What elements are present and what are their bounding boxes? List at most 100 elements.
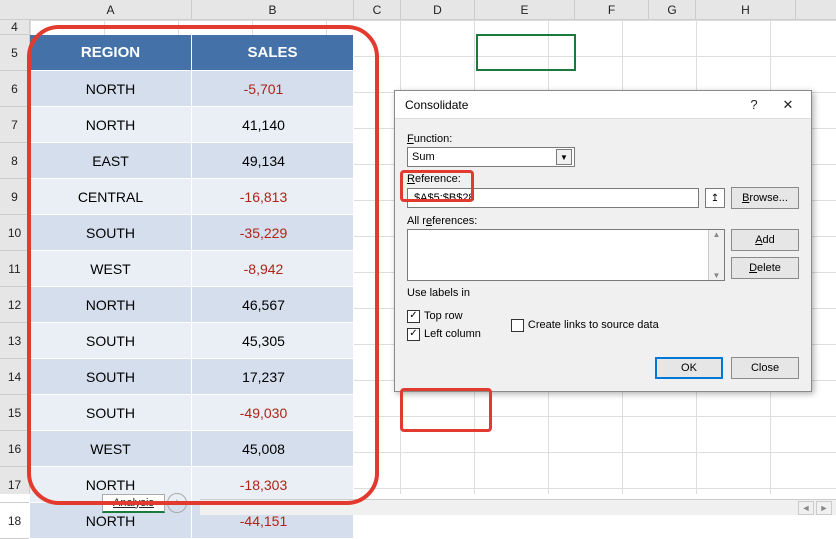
- top-row-label: Top row: [424, 310, 463, 322]
- horizontal-scrollbar[interactable]: ◄ ►: [200, 499, 836, 515]
- sheet-tab-bar: Analysis +: [30, 493, 187, 513]
- col-header-A[interactable]: A: [30, 0, 192, 19]
- row-header-14[interactable]: 14: [0, 359, 29, 395]
- row-header-12[interactable]: 12: [0, 287, 29, 323]
- reference-input[interactable]: [412, 191, 694, 205]
- top-row-checkbox[interactable]: [407, 310, 420, 323]
- cell-sales[interactable]: 45,305: [192, 323, 354, 359]
- row-header-17[interactable]: 17: [0, 467, 29, 503]
- table-row: NORTH46,567: [30, 287, 354, 323]
- chevron-down-icon[interactable]: ▼: [556, 149, 572, 165]
- table-row: CENTRAL-16,813: [30, 179, 354, 215]
- cell-sales[interactable]: 41,140: [192, 107, 354, 143]
- col-header-H[interactable]: H: [696, 0, 796, 19]
- cell-region[interactable]: SOUTH: [30, 323, 192, 359]
- col-header-D[interactable]: D: [401, 0, 475, 19]
- function-value: Sum: [412, 151, 556, 163]
- table-row: EAST49,134: [30, 143, 354, 179]
- scroll-down-icon[interactable]: ▼: [713, 271, 721, 280]
- browse-button[interactable]: Browse...: [731, 187, 799, 209]
- table-row: NORTH-5,701: [30, 71, 354, 107]
- col-header-E[interactable]: E: [475, 0, 575, 19]
- row-header-10[interactable]: 10: [0, 215, 29, 251]
- function-label: Function:: [407, 133, 799, 145]
- consolidate-dialog: Consolidate ? ✕ Function: Sum ▼ Referenc…: [394, 90, 812, 392]
- create-links-label: Create links to source data: [528, 319, 659, 331]
- cell-sales[interactable]: 49,134: [192, 143, 354, 179]
- col-header-B[interactable]: B: [192, 0, 354, 19]
- left-column-checkbox[interactable]: [407, 328, 420, 341]
- row-header-col: 4 5 6 7 8 9 10 11 12 13 14 15 16 17 18: [0, 20, 30, 494]
- col-header-G[interactable]: G: [649, 0, 696, 19]
- scroll-right-icon[interactable]: ►: [816, 501, 832, 515]
- use-labels-label: Use labels in: [407, 287, 799, 299]
- cell-region[interactable]: SOUTH: [30, 215, 192, 251]
- cell-sales[interactable]: -16,813: [192, 179, 354, 215]
- close-button[interactable]: Close: [731, 357, 799, 379]
- col-header-C[interactable]: C: [354, 0, 401, 19]
- table-row: SOUTH-49,030: [30, 395, 354, 431]
- cell-region[interactable]: NORTH: [30, 71, 192, 107]
- cell-sales[interactable]: -35,229: [192, 215, 354, 251]
- column-header-row: A B C D E F G H: [0, 0, 836, 20]
- function-combo[interactable]: Sum ▼: [407, 147, 575, 167]
- all-references-list[interactable]: ▲ ▼: [407, 229, 725, 281]
- row-header-18[interactable]: 18: [0, 503, 29, 539]
- help-button[interactable]: ?: [737, 94, 771, 116]
- dialog-title: Consolidate: [405, 98, 737, 112]
- header-sales[interactable]: SALES: [192, 35, 354, 71]
- active-cell-e5[interactable]: [476, 34, 576, 71]
- row-header-6[interactable]: 6: [0, 71, 29, 107]
- reference-label: Reference:: [407, 173, 799, 185]
- row-header-11[interactable]: 11: [0, 251, 29, 287]
- cell-sales[interactable]: 46,567: [192, 287, 354, 323]
- row-header-4[interactable]: 4: [0, 20, 29, 35]
- row-header-16[interactable]: 16: [0, 431, 29, 467]
- cell-region[interactable]: NORTH: [30, 287, 192, 323]
- table-row: NORTH41,140: [30, 107, 354, 143]
- reference-input-wrap: [407, 188, 699, 208]
- add-sheet-button[interactable]: +: [167, 493, 187, 513]
- header-region[interactable]: REGION: [30, 35, 192, 71]
- ok-button[interactable]: OK: [655, 357, 723, 379]
- col-header-F[interactable]: F: [575, 0, 649, 19]
- create-links-checkbox[interactable]: [511, 319, 524, 332]
- add-button[interactable]: Add: [731, 229, 799, 251]
- cell-region[interactable]: WEST: [30, 431, 192, 467]
- row-header-9[interactable]: 9: [0, 179, 29, 215]
- all-references-label: All references:: [407, 215, 799, 227]
- row-header-13[interactable]: 13: [0, 323, 29, 359]
- cell-sales[interactable]: -49,030: [192, 395, 354, 431]
- left-column-label: Left column: [424, 328, 481, 340]
- cell-sales[interactable]: 17,237: [192, 359, 354, 395]
- cell-sales[interactable]: -18,303: [192, 467, 354, 503]
- close-icon[interactable]: ✕: [771, 94, 805, 116]
- delete-button[interactable]: Delete: [731, 257, 799, 279]
- table-row: SOUTH17,237: [30, 359, 354, 395]
- cell-region[interactable]: SOUTH: [30, 359, 192, 395]
- row-header-15[interactable]: 15: [0, 395, 29, 431]
- scrollbar[interactable]: ▲ ▼: [708, 230, 724, 280]
- cell-region[interactable]: CENTRAL: [30, 179, 192, 215]
- table-row: WEST45,008: [30, 431, 354, 467]
- cell-region[interactable]: WEST: [30, 251, 192, 287]
- table-header-row: REGION SALES: [30, 35, 354, 71]
- cell-region[interactable]: NORTH: [30, 107, 192, 143]
- cell-sales[interactable]: -8,942: [192, 251, 354, 287]
- cell-region[interactable]: EAST: [30, 143, 192, 179]
- table-row: SOUTH45,305: [30, 323, 354, 359]
- table-row: SOUTH-35,229: [30, 215, 354, 251]
- collapse-reference-button[interactable]: ↥: [705, 188, 725, 208]
- row-header-8[interactable]: 8: [0, 143, 29, 179]
- cell-sales[interactable]: 45,008: [192, 431, 354, 467]
- sheet-tab-analysis[interactable]: Analysis: [102, 494, 165, 513]
- table-row: WEST-8,942: [30, 251, 354, 287]
- cell-sales[interactable]: -5,701: [192, 71, 354, 107]
- row-header-5[interactable]: 5: [0, 35, 29, 71]
- cell-region[interactable]: SOUTH: [30, 395, 192, 431]
- row-header-7[interactable]: 7: [0, 107, 29, 143]
- scroll-left-icon[interactable]: ◄: [798, 501, 814, 515]
- data-table: REGION SALES NORTH-5,701NORTH41,140EAST4…: [30, 35, 354, 539]
- dialog-title-bar[interactable]: Consolidate ? ✕: [395, 91, 811, 119]
- scroll-up-icon[interactable]: ▲: [713, 230, 721, 239]
